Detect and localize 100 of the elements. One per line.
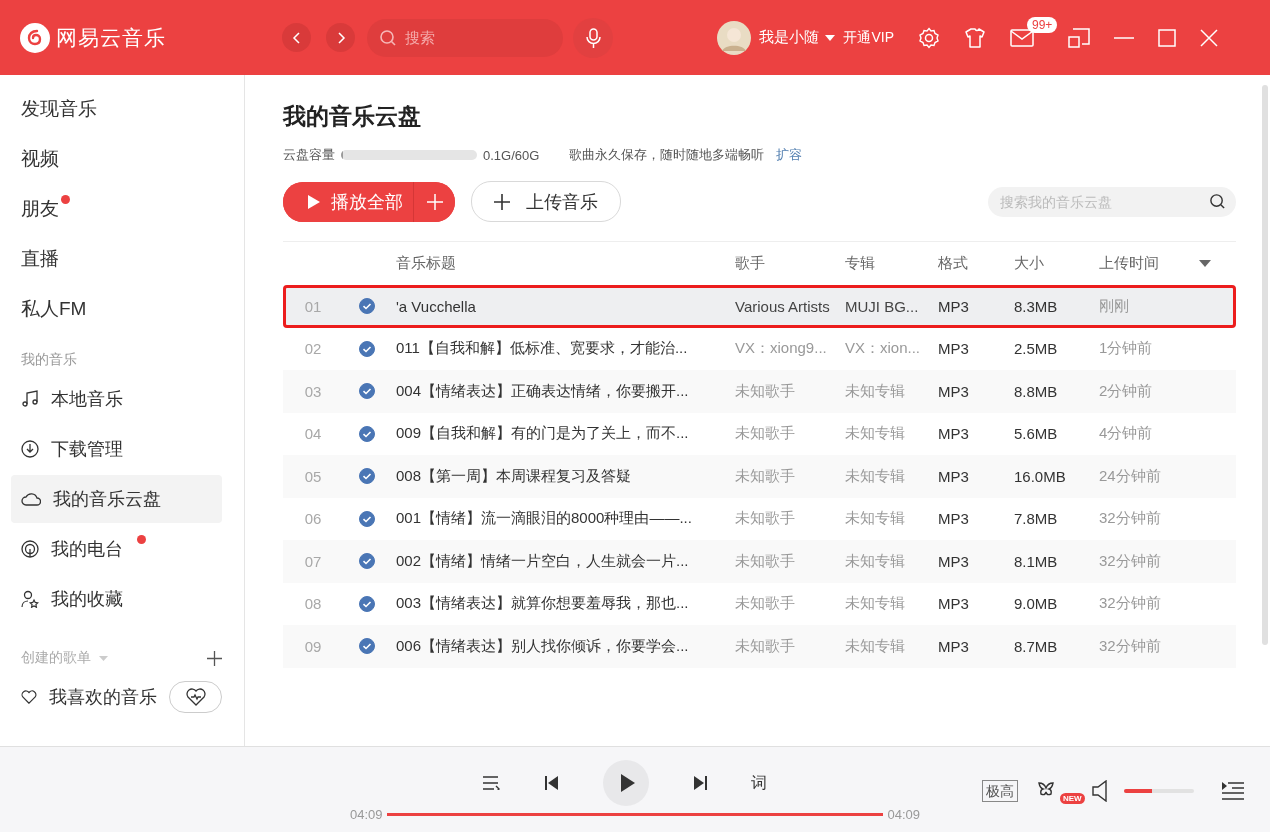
sidebar-item[interactable]: 我的收藏 (11, 575, 222, 623)
upload-button[interactable]: 上传音乐 (471, 181, 621, 222)
forward-button[interactable] (326, 23, 355, 52)
table-cell-text: 006【情绪表达】别人找你倾诉，你要学会... (396, 636, 690, 656)
column-header[interactable]: 上传时间 (1099, 254, 1195, 273)
previous-icon[interactable] (545, 776, 559, 790)
column-header[interactable]: 音乐标题 (396, 254, 735, 273)
search-icon (1209, 193, 1226, 210)
checkbox[interactable] (359, 383, 375, 400)
table-cell-text: 32分钟前 (1099, 594, 1162, 614)
heartbeat-mode-button[interactable] (169, 681, 222, 713)
checkbox[interactable] (359, 553, 375, 570)
table-cell-text: 未知专辑 (845, 466, 906, 486)
next-icon[interactable] (693, 776, 707, 790)
row-number: 01 (303, 297, 323, 315)
column-header[interactable]: 歌手 (735, 254, 845, 273)
scrollbar[interactable] (1262, 85, 1268, 645)
table-row[interactable]: 09 006【情绪表达】别人找你倾诉，你要学会... 未知歌手 未知专辑 MP3 8.7MB 32分钟前 (283, 625, 1236, 668)
sidebar-item[interactable]: 本地音乐 (11, 375, 222, 423)
page-title: 我的音乐云盘 (283, 102, 422, 131)
play-button[interactable] (603, 760, 649, 806)
user-name[interactable]: 我是小随 (759, 28, 820, 47)
table-cell-text: 未知歌手 (735, 424, 796, 444)
table-cell-text: 004【情绪表达】正确表达情绪，你要搬开... (396, 381, 690, 401)
sidebar-item[interactable]: 视频 (11, 135, 222, 183)
mail-icon[interactable] (1010, 28, 1034, 47)
sidebar-item[interactable]: 我喜欢的音乐 (11, 673, 222, 721)
total-time: 04:09 (887, 807, 920, 822)
sidebar-label: 私人FM (21, 297, 87, 321)
table-row[interactable]: 04 009【自我和解】有的门是为了关上，而不... 未知歌手 未知专辑 MP3 5.6MB 4分钟前 (283, 412, 1236, 455)
add-to-queue-button[interactable] (413, 181, 455, 222)
voice-search-button[interactable] (573, 17, 613, 58)
checkbox[interactable] (359, 595, 375, 612)
caret-icon[interactable] (825, 34, 836, 41)
sidebar-label: 本地音乐 (51, 388, 123, 411)
sidebar-label: 朋友 (21, 197, 59, 221)
table-cell-text: 002【情绪】情绪一片空白，人生就会一片... (396, 551, 690, 571)
table-row[interactable]: 07 002【情绪】情绪一片空白，人生就会一片... 未知歌手 未知专辑 MP3 8.1MB 32分钟前 (283, 540, 1236, 583)
table-row[interactable]: 05 008【第一周】本周课程复习及答疑 未知歌手 未知专辑 MP3 16.0MB 24分钟前 (283, 455, 1236, 498)
back-button[interactable] (282, 23, 311, 52)
sidebar-item[interactable]: 直播 (11, 235, 222, 283)
playlist-mode-icon[interactable] (483, 776, 501, 790)
sidebar-item[interactable]: 我的音乐云盘 (11, 475, 222, 523)
table-row[interactable]: 02 011【自我和解】低标准、宽要求，才能治... VX：xiong9... VX：xion... MP3 2.5MB 1分钟前 (283, 327, 1236, 370)
table-cell-text: 8.1MB (1014, 552, 1059, 570)
checkbox[interactable] (359, 425, 375, 442)
lyrics-button[interactable]: 词 (751, 772, 767, 794)
quality-button[interactable]: 极高 (982, 780, 1018, 802)
column-header[interactable]: 大小 (1014, 254, 1099, 273)
checkbox[interactable] (359, 298, 375, 315)
checkbox[interactable] (359, 468, 375, 485)
avatar-icon[interactable] (717, 20, 752, 55)
search-icon (379, 28, 397, 47)
section-heading: 我的音乐 (20, 350, 78, 369)
column-header[interactable]: 格式 (938, 254, 1014, 273)
play-icon (307, 193, 321, 210)
shirt-icon[interactable] (964, 26, 986, 49)
vip-link[interactable]: 开通VIP (843, 28, 894, 47)
search-bar[interactable]: 搜索 (367, 18, 563, 57)
table-row[interactable]: 03 004【情绪表达】正确表达情绪，你要搬开... 未知歌手 未知专辑 MP3 8.8MB 2分钟前 (283, 370, 1236, 413)
row-number: 08 (303, 595, 323, 613)
sidebar-item[interactable]: 发现音乐 (11, 85, 222, 133)
table-cell-text: 32分钟前 (1099, 551, 1162, 571)
sidebar-item[interactable]: 我的电台 (11, 525, 222, 573)
table-row[interactable]: 06 001【情绪】流一滴眼泪的8000种理由——... 未知歌手 未知专辑 MP3 7.8MB 32分钟前 (283, 497, 1236, 540)
table-cell-text: 16.0MB (1014, 467, 1067, 485)
table-cell-text: 003【情绪表达】就算你想要羞辱我，那也... (396, 594, 690, 614)
table-row[interactable]: 08 003【情绪表达】就算你想要羞辱我，那也... 未知歌手 未知专辑 MP3 9.0MB 32分钟前 (283, 582, 1236, 625)
volume-slider[interactable] (1124, 789, 1194, 793)
add-playlist-icon[interactable] (207, 650, 222, 666)
search-field[interactable]: 搜索 (403, 28, 547, 47)
sidebar-label: 下载管理 (51, 438, 123, 461)
sidebar-item[interactable]: 朋友 (11, 185, 222, 233)
minimize-icon[interactable] (1114, 36, 1134, 39)
table-cell-text: 未知歌手 (735, 509, 796, 529)
maximize-icon[interactable] (1158, 28, 1176, 47)
checkbox[interactable] (359, 638, 375, 655)
cloud-icon (21, 491, 41, 507)
table-cell-text: MP3 (938, 552, 970, 570)
row-number: 09 (303, 637, 323, 655)
table-cell-text: Various Artists (735, 297, 831, 315)
table-cell-text: 008【第一周】本周课程复习及答疑 (396, 466, 633, 486)
table-cell-text: MP3 (938, 340, 970, 358)
table-cell-text: 未知歌手 (735, 636, 796, 656)
checkbox[interactable] (359, 510, 375, 527)
column-header[interactable]: 专辑 (845, 254, 938, 273)
queue-icon[interactable] (1222, 782, 1244, 800)
sort-caret-icon[interactable] (1199, 260, 1211, 267)
sidebar-item[interactable]: 私人FM (11, 285, 222, 333)
chevron-right-icon (335, 31, 346, 44)
sidebar-label: 我的收藏 (51, 588, 123, 611)
close-icon[interactable] (1200, 28, 1218, 47)
table-cell-text: 未知歌手 (735, 551, 796, 571)
sidebar-item[interactable]: 下载管理 (11, 425, 222, 473)
checkbox[interactable] (359, 340, 375, 357)
expand-link[interactable]: 扩容 (776, 146, 803, 164)
settings-icon[interactable] (918, 26, 940, 49)
mini-mode-icon[interactable] (1068, 27, 1090, 48)
table-row[interactable]: 01 'a Vucchella Various Artists MUJI BG... MP3 8.3MB 刚刚 (283, 285, 1236, 328)
heartbeat-icon (185, 688, 206, 706)
